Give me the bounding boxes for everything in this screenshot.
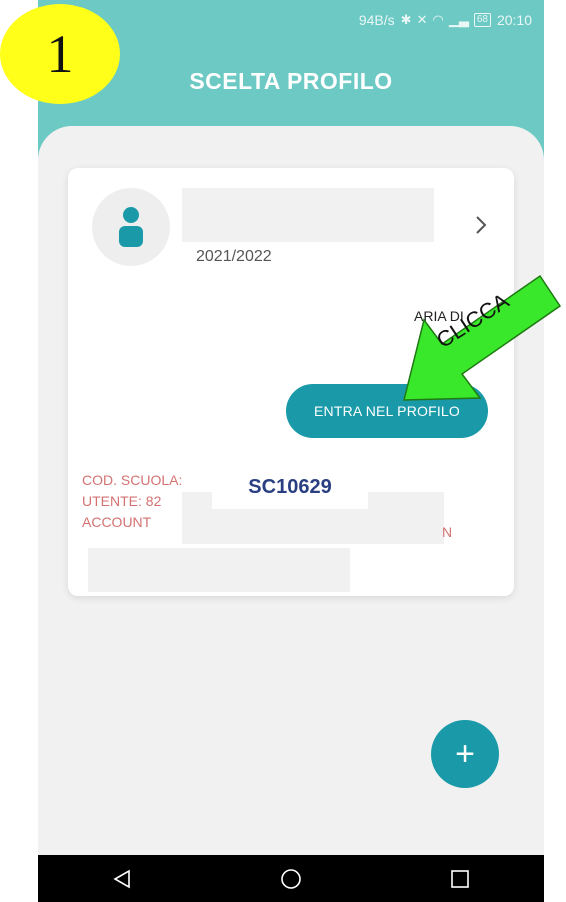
redacted-account-extra	[88, 548, 350, 592]
green-arrow-icon	[403, 274, 562, 401]
user-label: UTENTE: 82	[82, 493, 162, 509]
account-info: COD. SCUOLA: UTENTE: 82 ACCOUNT	[82, 470, 182, 533]
chevron-right-icon[interactable]	[472, 214, 490, 236]
signal-icon: ▁▃	[448, 12, 469, 27]
avatar	[92, 188, 170, 266]
phone-screen: 94B/s ✱ ✕ ◠ ▁▃ 68 20:10 SCELTA PROFILO 2…	[38, 0, 544, 902]
school-year: 2021/2022	[196, 248, 272, 265]
redacted-profile-name	[182, 188, 434, 242]
status-icons: ✱ ✕ ◠ ▁▃ 68	[401, 12, 491, 28]
school-code-value: SC10629	[212, 465, 368, 509]
school-code-label: COD. SCUOLA:	[82, 472, 183, 488]
account-label: ACCOUNT	[82, 514, 152, 530]
account-trailing-char: N	[442, 524, 453, 540]
screenshot-canvas: 94B/s ✱ ✕ ◠ ▁▃ 68 20:10 SCELTA PROFILO 2…	[0, 0, 566, 902]
add-profile-button[interactable]: +	[431, 720, 499, 788]
recent-square-icon[interactable]	[449, 868, 471, 890]
back-triangle-icon[interactable]	[111, 868, 133, 890]
person-icon	[119, 207, 143, 247]
android-nav-bar	[38, 855, 544, 902]
vibrate-icon: ✕	[416, 12, 428, 27]
status-bar: 94B/s ✱ ✕ ◠ ▁▃ 68 20:10	[359, 12, 532, 28]
home-circle-icon[interactable]	[279, 867, 303, 891]
network-speed: 94B/s	[358, 12, 395, 28]
clock: 20:10	[496, 12, 532, 28]
battery-icon: 68	[473, 13, 491, 27]
bluetooth-icon: ✱	[400, 12, 412, 27]
wifi-icon: ◠	[432, 12, 444, 27]
step-number-badge: 1	[0, 4, 120, 104]
